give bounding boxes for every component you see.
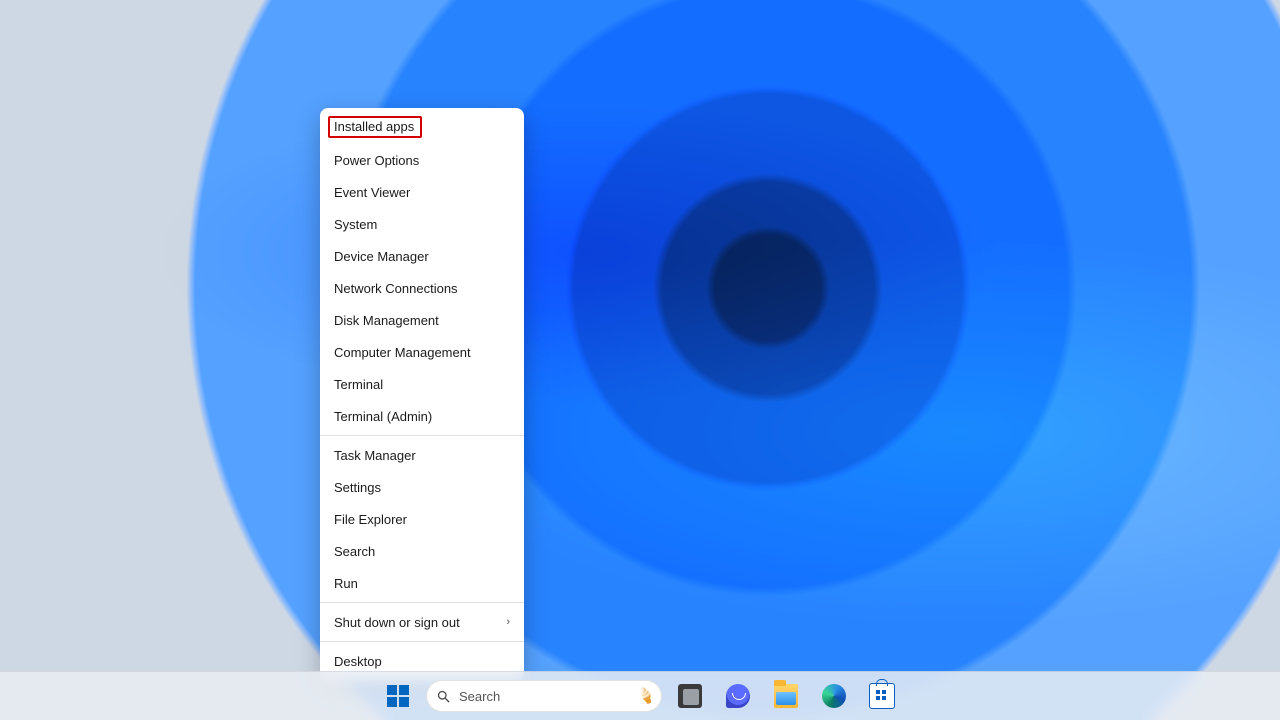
winx-item-file-explorer[interactable]: File Explorer	[320, 503, 524, 535]
desktop-wallpaper	[0, 0, 1280, 720]
winx-item-computer-management[interactable]: Computer Management	[320, 336, 524, 368]
microsoft-store-icon	[869, 683, 895, 709]
file-explorer-button[interactable]	[766, 676, 806, 716]
menu-item-label: System	[334, 217, 377, 232]
winx-item-disk-management[interactable]: Disk Management	[320, 304, 524, 336]
chat-icon	[726, 684, 750, 708]
menu-item-label: Search	[334, 544, 375, 559]
taskbar: Search 🍦	[0, 671, 1280, 720]
menu-separator	[320, 602, 524, 603]
winx-item-settings[interactable]: Settings	[320, 471, 524, 503]
winx-item-network-connections[interactable]: Network Connections	[320, 272, 524, 304]
search-placeholder: Search	[459, 689, 652, 704]
menu-item-label: Run	[334, 576, 358, 591]
menu-item-label: Desktop	[334, 654, 382, 669]
start-button[interactable]	[378, 676, 418, 716]
winx-item-installed-apps[interactable]: Installed appsInstalled apps	[320, 112, 524, 144]
search-icon	[436, 689, 451, 704]
winx-context-menu: Installed appsInstalled apps Power Option…	[320, 108, 524, 681]
windows-logo-icon	[387, 685, 409, 707]
winx-item-device-manager[interactable]: Device Manager	[320, 240, 524, 272]
winx-item-search[interactable]: Search	[320, 535, 524, 567]
chat-button[interactable]	[718, 676, 758, 716]
menu-item-label: Computer Management	[334, 345, 471, 360]
chevron-right-icon: ›	[506, 616, 510, 628]
menu-item-label: Power Options	[334, 153, 419, 168]
task-view-button[interactable]	[670, 676, 710, 716]
menu-item-label: Task Manager	[334, 448, 416, 463]
edge-button[interactable]	[814, 676, 854, 716]
winx-item-task-manager[interactable]: Task Manager	[320, 439, 524, 471]
winx-item-terminal-admin[interactable]: Terminal (Admin)	[320, 400, 524, 432]
menu-item-label: Terminal	[334, 377, 383, 392]
winx-item-run[interactable]: Run	[320, 567, 524, 599]
menu-separator	[320, 435, 524, 436]
menu-item-label: File Explorer	[334, 512, 407, 527]
search-doodle-icon: 🍦	[633, 683, 660, 710]
taskbar-search[interactable]: Search 🍦	[426, 680, 662, 712]
menu-item-label: Settings	[334, 480, 381, 495]
menu-separator	[320, 641, 524, 642]
winx-item-power-options[interactable]: Power Options	[320, 144, 524, 176]
menu-item-label: Disk Management	[334, 313, 439, 328]
menu-item-label: Event Viewer	[334, 185, 410, 200]
winx-item-system[interactable]: System	[320, 208, 524, 240]
winx-item-shut-down-or-sign-out[interactable]: Shut down or sign out ›	[320, 606, 524, 638]
winx-item-event-viewer[interactable]: Event Viewer	[320, 176, 524, 208]
file-explorer-icon	[774, 684, 798, 708]
menu-item-label: Network Connections	[334, 281, 458, 296]
edge-icon	[822, 684, 846, 708]
menu-item-label: Terminal (Admin)	[334, 409, 432, 424]
winx-item-terminal[interactable]: Terminal	[320, 368, 524, 400]
microsoft-store-button[interactable]	[862, 676, 902, 716]
menu-item-label: Device Manager	[334, 249, 429, 264]
highlight-box: Installed apps	[328, 116, 422, 138]
menu-item-label: Shut down or sign out	[334, 615, 460, 630]
task-view-icon	[678, 684, 702, 708]
